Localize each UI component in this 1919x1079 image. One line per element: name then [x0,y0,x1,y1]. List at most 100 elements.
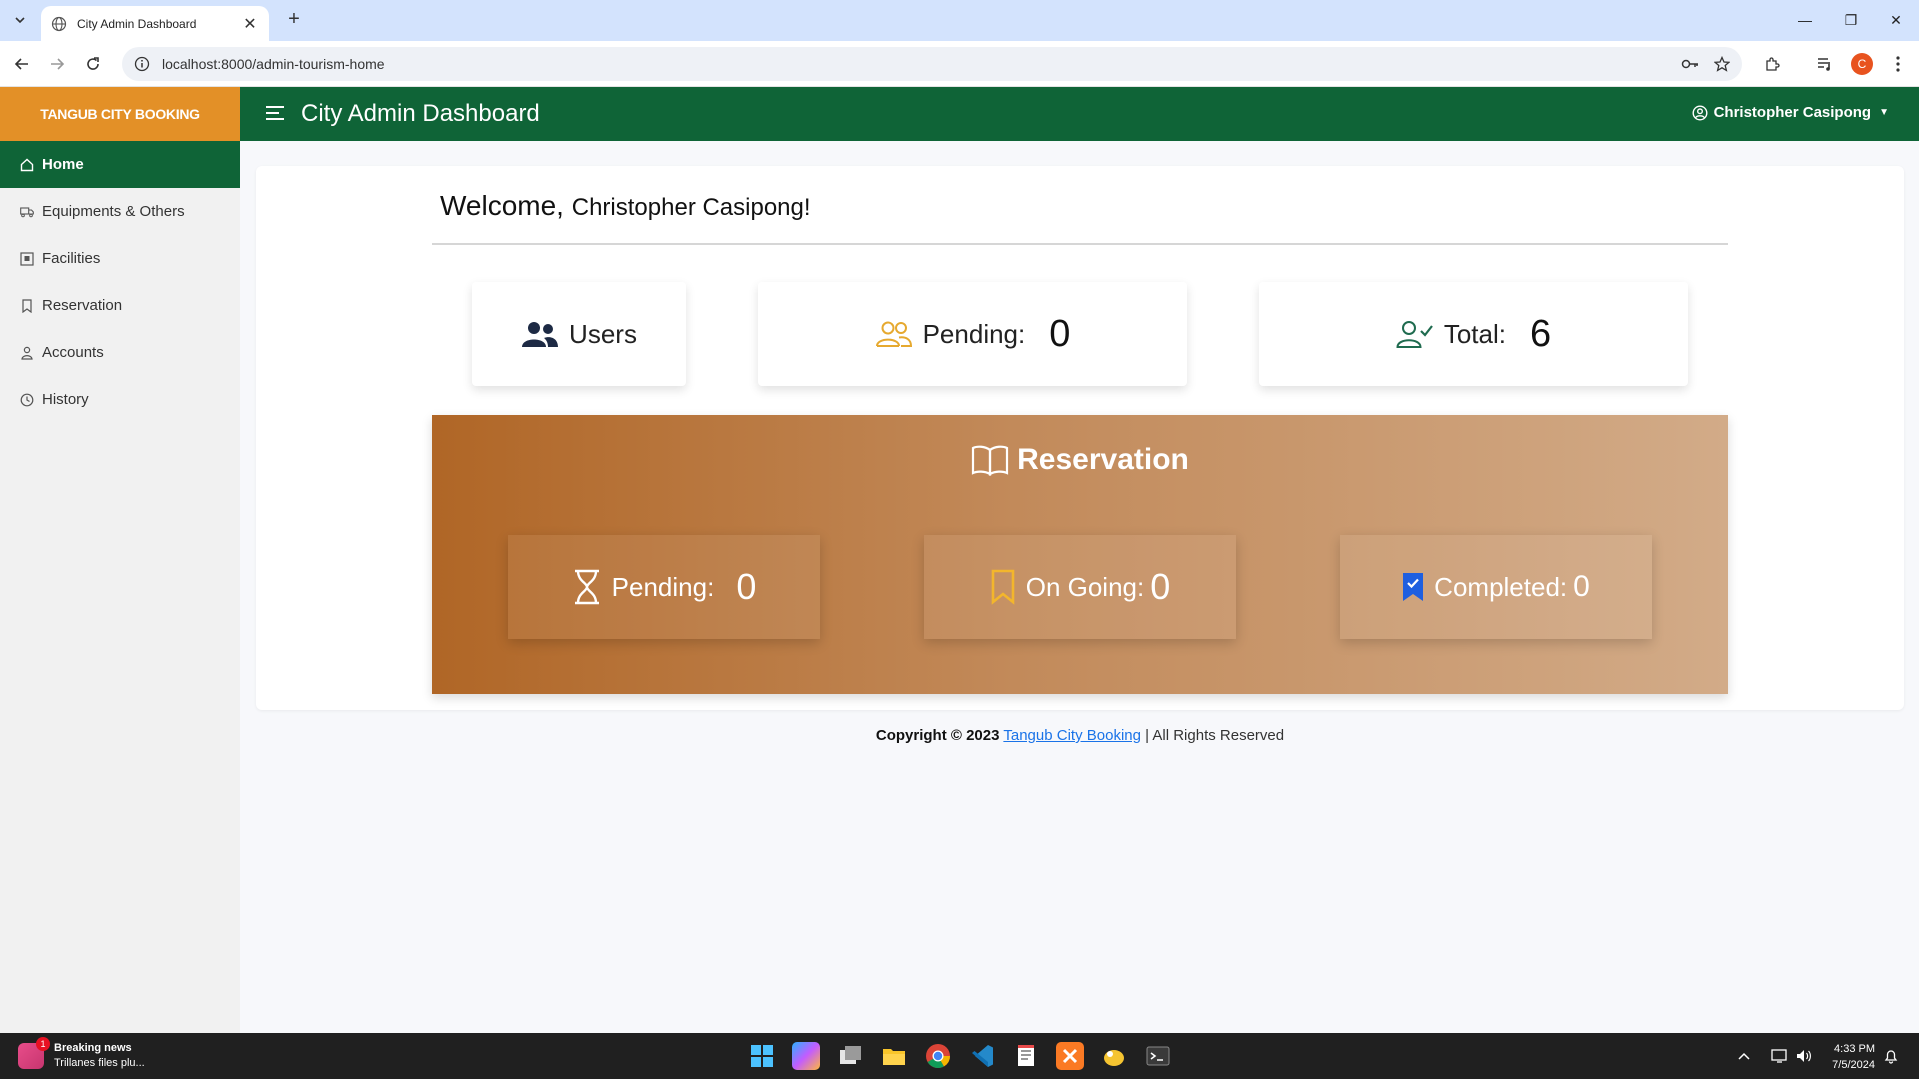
bookmark-icon [20,298,34,313]
tableplus-icon[interactable] [1100,1042,1128,1070]
tray-chevron-icon[interactable] [1738,1033,1750,1079]
profile-avatar[interactable]: C [1851,53,1873,75]
notification-bell-icon[interactable] [1884,1033,1898,1079]
welcome-heading: Welcome, Christopher Casipong! [440,190,811,222]
reservation-pending-value: 0 [736,566,757,607]
news-icon: 1 [18,1037,50,1069]
windows-taskbar: 1 Breaking news Trillanes files plu... 4… [0,1033,1919,1079]
network-icon[interactable] [1771,1033,1789,1079]
bookmark-check-icon [1403,573,1424,601]
sidebar-item-label: Accounts [42,344,104,361]
reload-button[interactable] [80,51,106,77]
url-text: localhost:8000/admin-tourism-home [162,56,385,72]
terminal-icon[interactable] [1144,1042,1172,1070]
home-icon [20,158,34,172]
reservation-completed-value: 0 [1573,570,1590,603]
news-badge: 1 [36,1037,50,1051]
users-pending-card[interactable]: Pending: 0 [758,282,1187,386]
xampp-icon[interactable] [1056,1042,1084,1070]
divider [432,243,1728,245]
chrome-icon[interactable] [924,1042,952,1070]
news-subtitle: Trillanes files plu... [54,1057,145,1069]
browser-tab[interactable]: City Admin Dashboard ✕ [41,6,269,41]
top-navbar: City Admin Dashboard Christopher Casipon… [240,87,1919,141]
restore-button[interactable]: ❐ [1836,8,1866,32]
hamburger-menu-icon[interactable] [266,105,286,123]
browser-toolbar: localhost:8000/admin-tourism-home C [0,41,1919,87]
footer-rights: | All Rights Reserved [1145,727,1285,744]
minimize-button[interactable]: — [1790,8,1820,32]
arrow-right-icon [51,58,65,70]
sidebar-item-facilities[interactable]: Facilities [0,235,240,282]
volume-icon[interactable] [1795,1033,1813,1079]
users-pending-value: 0 [1049,312,1071,355]
reservation-title-text: Reservation [1017,443,1189,476]
footer-link[interactable]: Tangub City Booking [1003,727,1141,744]
clock-date: 7/5/2024 [1832,1059,1875,1071]
notepad-icon[interactable] [1012,1042,1040,1070]
user-dropdown[interactable]: Christopher Casipong ▼ [1692,104,1889,121]
extensions-puzzle-icon[interactable] [1759,51,1785,77]
sidebar-item-home[interactable]: Home [0,141,240,188]
news-title: Breaking news [54,1042,132,1054]
users-pending-label: Pending: [922,318,1026,349]
open-book-icon [972,445,1009,476]
bookmark-outline-icon [991,569,1015,605]
hourglass-icon [574,569,599,605]
users-total-value: 6 [1530,312,1552,355]
clock-time: 4:33 PM [1834,1043,1875,1055]
welcome-name: Christopher Casipong! [571,194,811,221]
sidebar-item-equipments[interactable]: Equipments & Others [0,188,240,235]
truck-icon [20,205,34,219]
reservation-ongoing-label: On Going: [1025,571,1145,602]
site-info-icon[interactable] [134,56,150,72]
file-explorer-icon[interactable] [880,1042,908,1070]
new-tab-button[interactable]: + [282,8,306,32]
globe-icon [51,16,67,31]
reservation-pending-card[interactable]: Pending: 0 [508,535,820,639]
arrow-left-icon [14,58,28,70]
media-queue-icon[interactable] [1812,51,1838,77]
tab-title: City Admin Dashboard [77,16,197,31]
users-group-icon [522,322,559,347]
password-key-icon[interactable] [1677,51,1703,77]
sidebar-item-reservation[interactable]: Reservation [0,282,240,329]
window-close-button[interactable]: ✕ [1881,8,1911,32]
address-bar[interactable]: localhost:8000/admin-tourism-home [122,47,1742,81]
back-button[interactable] [9,51,35,77]
reservation-completed-card[interactable]: Completed: 0 [1340,535,1652,639]
tab-search-chevron-icon[interactable] [8,8,32,32]
user-name: Christopher Casipong [1713,104,1872,121]
users-total-card[interactable]: Total: 6 [1259,282,1688,386]
sidebar-item-history[interactable]: History [0,376,240,423]
sidebar-item-label: Reservation [42,297,123,314]
forward-button[interactable] [44,51,70,77]
user-check-icon [1396,321,1433,348]
sidebar-item-accounts[interactable]: Accounts [0,329,240,376]
browser-tabstrip: City Admin Dashboard ✕ + — ❐ ✕ [0,0,1919,41]
news-widget[interactable]: 1 Breaking news Trillanes files plu... [18,1037,145,1071]
reload-icon [87,57,99,70]
copilot-icon[interactable] [792,1042,820,1070]
vscode-icon[interactable] [968,1042,996,1070]
tab-close-icon[interactable]: ✕ [241,14,259,34]
brand-logo[interactable]: TANGUB CITY BOOKING [0,87,240,141]
task-view-icon[interactable] [836,1042,864,1070]
footer-copyright: Copyright © 2023 [875,727,1000,744]
users-label: Users [569,318,637,349]
user-circle-icon [1692,104,1708,121]
reservation-ongoing-card[interactable]: On Going: 0 [924,535,1236,639]
caret-down-icon: ▼ [1879,107,1889,118]
sidebar-item-label: History [42,391,89,408]
users-card[interactable]: Users [472,282,686,386]
sidebar-item-label: Home [42,156,84,173]
browser-menu-icon[interactable] [1885,51,1911,77]
windows-start-icon[interactable] [748,1042,776,1070]
footer: Copyright © 2023 Tangub City Booking | A… [256,727,1904,744]
bookmark-star-icon[interactable] [1709,51,1735,77]
system-clock[interactable]: 4:33 PM 7/5/2024 [1832,1041,1875,1073]
reservation-completed-label: Completed: [1434,571,1568,602]
sidebar: Home Equipments & Others Facilities Rese… [0,141,240,1033]
building-icon [20,251,34,266]
reservation-title: Reservation [432,443,1728,477]
